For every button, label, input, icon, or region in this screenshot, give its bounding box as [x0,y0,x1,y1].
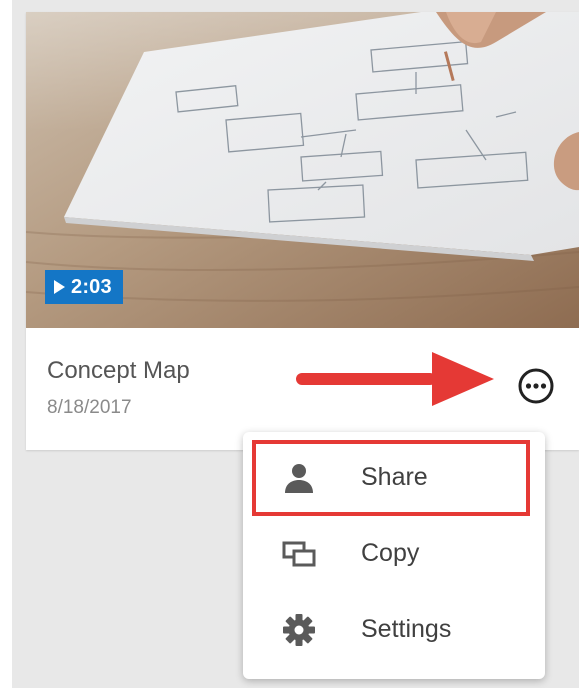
video-title[interactable]: Concept Map [47,357,190,385]
menu-item-copy[interactable]: Copy [243,518,545,590]
video-thumbnail[interactable]: 2:03 [26,12,579,328]
play-icon [54,280,65,294]
left-gutter [0,0,12,688]
duration-badge: 2:03 [45,270,123,304]
menu-item-share[interactable]: Share [243,442,545,514]
gear-icon [283,614,315,646]
video-date: 8/18/2017 [47,397,132,418]
more-horizontal-circle-icon [518,368,554,404]
page: 2:03 Concept Map 8/18/2017 Share Copy Se… [0,0,579,688]
copy-windows-icon [282,541,316,567]
menu-item-label: Settings [361,615,452,643]
menu-item-label: Share [361,463,428,491]
more-options-button[interactable] [516,366,556,406]
person-icon [285,464,313,493]
menu-item-label: Copy [361,539,420,567]
video-duration: 2:03 [71,275,112,298]
video-card: 2:03 Concept Map 8/18/2017 [26,12,579,450]
context-menu: Share Copy Settings [243,432,545,679]
menu-item-settings[interactable]: Settings [243,594,545,666]
